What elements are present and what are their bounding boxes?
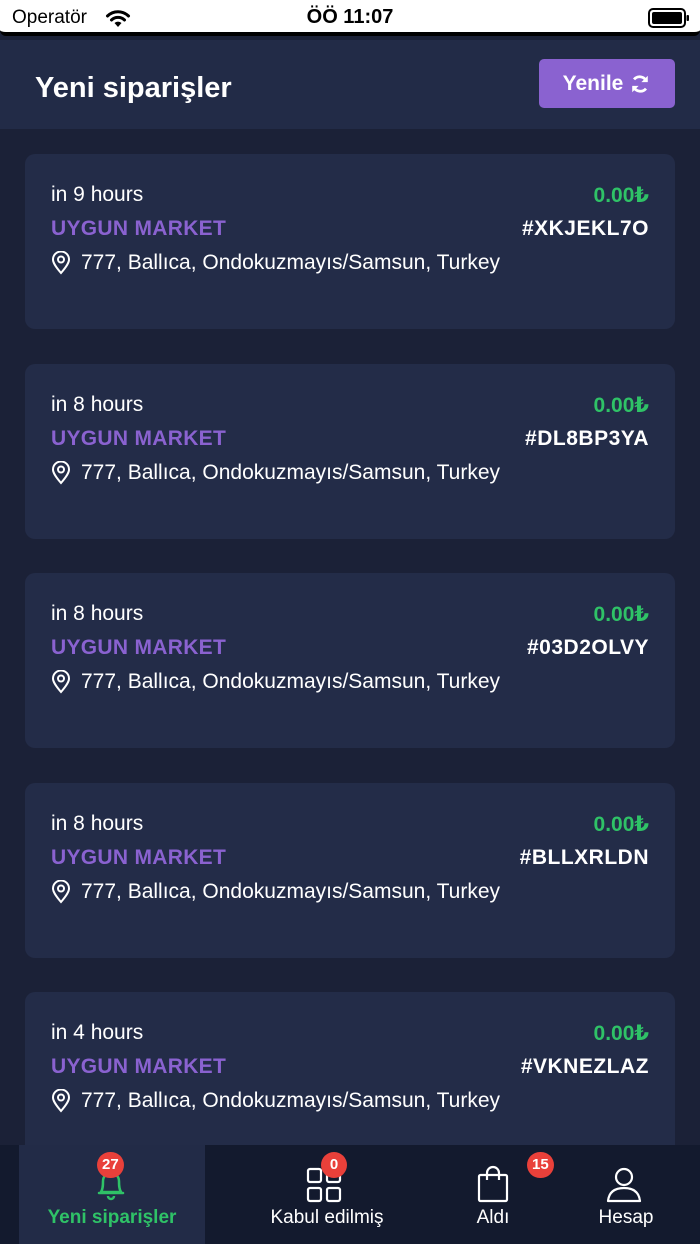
order-time: in 8 hours [51, 811, 144, 835]
order-address: 777, Ballıca, Ondokuzmayıs/Samsun, Turke… [81, 1089, 501, 1112]
tab-picked-up[interactable]: 15 Aldı [420, 1145, 566, 1244]
tab-badge: 15 [527, 1152, 554, 1178]
order-code: #VKNEZLAZ [520, 1055, 649, 1078]
tab-new-orders[interactable]: 27 Yeni siparişler [19, 1145, 205, 1244]
tab-label: Hesap [598, 1207, 654, 1228]
order-time: in 8 hours [51, 602, 144, 625]
shopping-bag-icon [477, 1165, 509, 1203]
order-address: 777, Ballıca, Ondokuzmayıs/Samsun, Turke… [81, 460, 501, 484]
order-store-name: UYGUN MARKET [51, 845, 227, 869]
order-amount: 0.00₺ [593, 603, 649, 626]
location-pin-icon [51, 251, 71, 275]
page-title: Yeni siparişler [35, 72, 232, 104]
header: Yeni siparişler Yenile [0, 40, 700, 129]
order-amount: 0.00₺ [593, 184, 649, 207]
order-amount: 0.00₺ [593, 1022, 649, 1045]
order-store-name: UYGUN MARKET [51, 426, 227, 450]
tab-label: Aldı [476, 1207, 510, 1228]
tab-label: Kabul edilmiş [270, 1207, 384, 1228]
refresh-button-label: Yenile [562, 71, 624, 95]
tab-badge: 27 [97, 1152, 124, 1178]
order-time: in 8 hours [51, 392, 144, 416]
bottom-tab-bar: 27 Yeni siparişler 0 Kabul edilmiş 15 Al… [0, 1145, 700, 1244]
order-store-name: UYGUN MARKET [51, 217, 227, 240]
status-bar: Operatör ÖÖ 11:07 [0, 0, 700, 36]
order-store-name: UYGUN MARKET [51, 1055, 227, 1078]
order-code: #XKJEKL7O [521, 217, 649, 240]
order-code: #DL8BP3YA [525, 426, 649, 450]
order-card[interactable]: in 8 hours 0.00₺ UYGUN MARKET #BLLXRLDN … [25, 782, 675, 958]
order-amount: 0.00₺ [593, 812, 649, 836]
order-address-row: 777, Ballıca, Ondokuzmayıs/Samsun, Turke… [51, 251, 500, 275]
tab-account[interactable]: Hesap [566, 1145, 686, 1244]
tab-accepted[interactable]: 0 Kabul edilmiş [234, 1145, 420, 1244]
location-pin-icon [51, 460, 71, 485]
refresh-button[interactable]: Yenile [539, 59, 675, 108]
order-code: #03D2OLVY [527, 636, 649, 659]
tab-badge: 0 [321, 1152, 347, 1178]
order-address: 777, Ballıca, Ondokuzmayıs/Samsun, Turke… [81, 670, 501, 693]
order-address-row: 777, Ballıca, Ondokuzmayıs/Samsun, Turke… [51, 879, 501, 904]
order-time: in 9 hours [51, 183, 144, 206]
order-card[interactable]: in 9 hours 0.00₺ UYGUN MARKET #XKJEKL7O … [25, 154, 675, 329]
order-address: 777, Ballıca, Ondokuzmayıs/Samsun, Turke… [81, 879, 501, 903]
order-card[interactable]: in 4 hours 0.00₺ UYGUN MARKET #VKNEZLAZ … [25, 992, 675, 1167]
order-code: #BLLXRLDN [519, 845, 649, 869]
refresh-icon [632, 74, 649, 93]
order-time: in 4 hours [51, 1021, 144, 1044]
order-address-row: 777, Ballıca, Ondokuzmayıs/Samsun, Turke… [51, 1089, 500, 1113]
tab-label: Yeni siparişler [47, 1207, 177, 1228]
order-address-row: 777, Ballıca, Ondokuzmayıs/Samsun, Turke… [51, 460, 501, 485]
status-time: ÖÖ 11:07 [306, 6, 394, 28]
order-address: 777, Ballıca, Ondokuzmayıs/Samsun, Turke… [81, 251, 501, 274]
order-amount: 0.00₺ [593, 393, 649, 417]
location-pin-icon [51, 1089, 71, 1113]
order-card[interactable]: in 8 hours 0.00₺ UYGUN MARKET #03D2OLVY … [25, 573, 675, 748]
order-address-row: 777, Ballıca, Ondokuzmayıs/Samsun, Turke… [51, 670, 500, 694]
order-card[interactable]: in 8 hours 0.00₺ UYGUN MARKET #DL8BP3YA … [25, 363, 675, 539]
location-pin-icon [51, 879, 71, 904]
order-store-name: UYGUN MARKET [51, 636, 227, 659]
location-pin-icon [51, 670, 71, 694]
order-list: in 9 hours 0.00₺ UYGUN MARKET #XKJEKL7O … [25, 154, 675, 1202]
user-icon [606, 1167, 642, 1203]
battery-icon [648, 8, 689, 28]
